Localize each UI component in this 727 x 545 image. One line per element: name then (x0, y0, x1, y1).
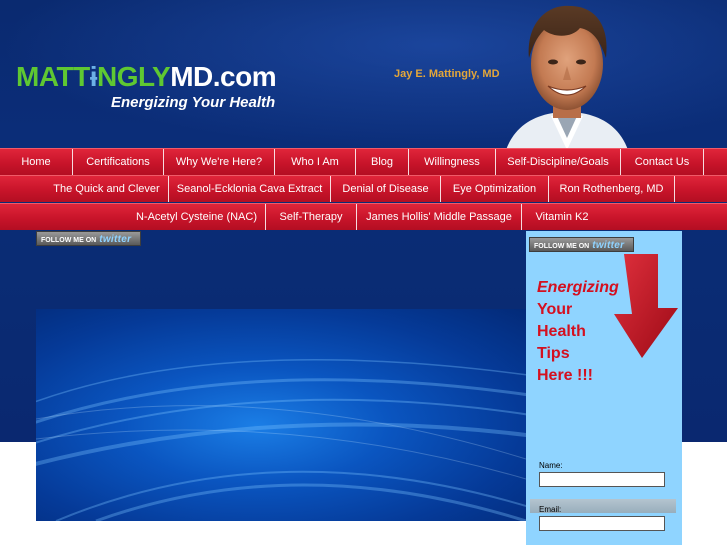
nav-n-acetyl-cysteine[interactable]: N-Acetyl Cysteine (NAC) (128, 204, 265, 230)
down-arrow-icon (614, 254, 678, 358)
health-tips-promo[interactable]: Energizing Your Health Tips Here !!! (537, 277, 619, 387)
tips-line-5: Here !!! (537, 367, 594, 384)
nav-separator (703, 149, 704, 175)
nav-self-discipline-goals[interactable]: Self-Discipline/Goals (496, 149, 620, 175)
logo-wordmark: MATTɨNGLYMD.com (16, 61, 277, 92)
nav-vitamin-k2[interactable]: Vitamin K2 (522, 204, 602, 230)
nav-row-3: N-Acetyl Cysteine (NAC) Self-Therapy Jam… (0, 203, 727, 230)
logo-tagline: Energizing Your Health (111, 94, 276, 111)
tips-line-4: Tips (537, 345, 570, 362)
twitter-prefix: FOLLOW ME ON (534, 243, 590, 250)
logo-i-glyph: ɨ (89, 61, 98, 92)
nav-contact-us[interactable]: Contact Us (621, 149, 703, 175)
nav-row-2: The Quick and Clever Seanol-Ecklonia Cav… (0, 175, 727, 202)
nav-blog[interactable]: Blog (356, 149, 408, 175)
logo-part-4: .com (212, 61, 277, 92)
nav-denial-of-disease[interactable]: Denial of Disease (331, 176, 440, 202)
name-field[interactable] (539, 472, 665, 487)
nav-why-were-here[interactable]: Why We're Here? (164, 149, 274, 175)
tips-line-3: Health (537, 323, 586, 340)
nav-certifications[interactable]: Certifications (73, 149, 163, 175)
tips-line-1: Energizing (537, 279, 619, 296)
nav-separator (674, 176, 675, 202)
tips-line-2: Your (537, 301, 573, 318)
doctor-portrait (496, 0, 638, 150)
twitter-logo-icon: twitter (99, 234, 132, 245)
nav-self-therapy[interactable]: Self-Therapy (266, 204, 356, 230)
logo-part-2: NGLY (96, 61, 171, 92)
nav-eye-optimization[interactable]: Eye Optimization (441, 176, 548, 202)
name-label: Name: (539, 461, 563, 470)
nav-row-1: Home Certifications Why We're Here? Who … (0, 148, 727, 175)
nav-willingness[interactable]: Willingness (409, 149, 495, 175)
nav-home[interactable]: Home (0, 149, 72, 175)
nav-seanol-ecklonia[interactable]: Seanol-Ecklonia Cava Extract (169, 176, 330, 202)
nav-ron-rothenberg[interactable]: Ron Rothenberg, MD (549, 176, 674, 202)
twitter-logo-icon: twitter (592, 240, 625, 251)
nav-quick-and-clever[interactable]: The Quick and Clever (45, 176, 168, 202)
email-label: Email: (539, 505, 562, 514)
site-logo[interactable]: MATTɨNGLYMD.com Energizing Your Health (16, 61, 277, 112)
nav-james-hollis[interactable]: James Hollis' Middle Passage (357, 204, 521, 230)
twitter-prefix: FOLLOW ME ON (41, 237, 97, 244)
hero-image (36, 309, 526, 521)
doctor-name: Jay E. Mattingly, MD (394, 68, 500, 80)
nav-who-i-am[interactable]: Who I Am (275, 149, 355, 175)
follow-twitter-button[interactable]: FOLLOW ME ON twitter (36, 231, 141, 246)
logo-part-3: MD (170, 61, 213, 92)
follow-twitter-button-sidebar[interactable]: FOLLOW ME ON twitter (529, 237, 634, 252)
email-field[interactable] (539, 516, 665, 531)
logo-part-1: MATT (16, 61, 90, 92)
